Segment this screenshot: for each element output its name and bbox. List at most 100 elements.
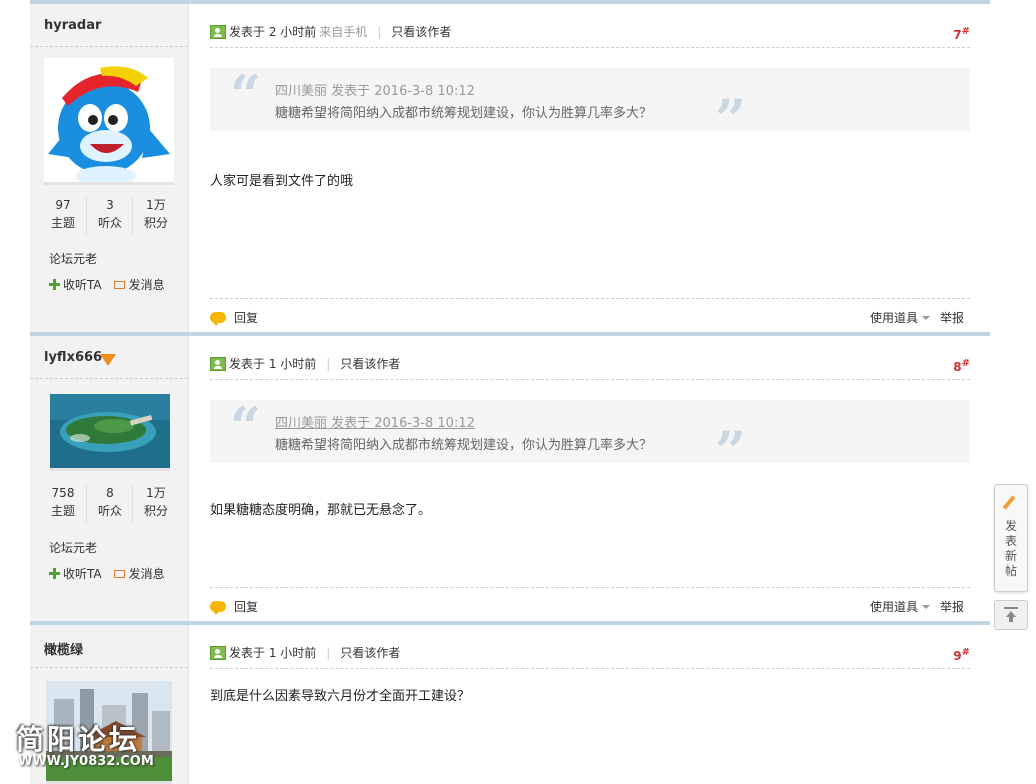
online-user-icon [210, 25, 226, 39]
thread: hyradar 97 主题 3 听众 1万 积分 论坛元老 收听TA 发消息 发… [30, 0, 990, 784]
floor-number[interactable]: 9# [953, 643, 970, 666]
back-to-top-button[interactable] [994, 600, 1028, 630]
floating-toolbar: 发表新帖 [994, 484, 1028, 630]
author-name-link[interactable]: hyradar [44, 18, 101, 33]
floor-number[interactable]: 7# [953, 22, 970, 45]
report-link[interactable]: 举报 [940, 600, 964, 614]
send-message-link[interactable]: 发消息 [129, 278, 165, 292]
avatar[interactable] [44, 58, 174, 185]
post-message: 如果糖糖态度明确，那就已无悬念了。 [210, 503, 432, 518]
only-author-link[interactable]: 只看该作者 [340, 646, 400, 660]
post-tools: 使用道具 举报 [870, 597, 964, 617]
dolphin-avatar-icon [44, 58, 174, 182]
post-time: 发表于 1 小时前 [229, 357, 317, 371]
author-name-link[interactable]: 橄榄绿 [44, 639, 83, 658]
divider [210, 47, 970, 48]
floor-mark: # [961, 647, 970, 658]
stat-points[interactable]: 1万 积分 [132, 484, 179, 524]
new-post-button[interactable]: 发表新帖 [994, 484, 1028, 592]
mail-icon [113, 281, 125, 289]
user-actions: 收听TA 发消息 [49, 565, 165, 582]
floor-mark: # [961, 26, 970, 37]
mail-icon [113, 570, 125, 578]
reply-bubble-icon [210, 312, 226, 326]
post-message: 到底是什么因素导致六月份才全面开工建设？ [210, 689, 471, 704]
online-user-icon [210, 646, 226, 660]
reply-link[interactable]: 回复 [234, 600, 258, 614]
post-time: 发表于 2 小时前 [229, 25, 317, 39]
new-post-label: 发表新帖 [1004, 519, 1017, 578]
pencil-icon [1002, 495, 1016, 510]
quote-block: “ 四川美丽 发表于 2016-3-8 10:12 糖糖希望将简阳纳入成都市统筹… [210, 395, 970, 478]
divider [30, 378, 188, 379]
quote-close-icon: ” [715, 87, 747, 151]
only-author-link[interactable]: 只看该作者 [391, 25, 451, 39]
stat-label: 积分 [143, 216, 168, 230]
post-meta: 发表于 2 小时前 来自手机 | 只看该作者 7# [210, 22, 970, 42]
divider [30, 667, 188, 668]
report-link[interactable]: 举报 [940, 311, 964, 325]
stat-label: 听众 [97, 216, 122, 230]
post-7: hyradar 97 主题 3 听众 1万 积分 论坛元老 收听TA 发消息 发… [30, 0, 990, 336]
reply-bubble-icon [210, 601, 226, 615]
watermark-name: 简阳论坛 [16, 723, 141, 756]
plus-icon [49, 568, 60, 579]
user-stats: 758 主题 8 听众 1万 积分 [40, 484, 178, 524]
watermark-url: WWW.JY0832.COM [18, 754, 154, 769]
stat-threads[interactable]: 97 主题 [40, 196, 86, 236]
send-message-link[interactable]: 发消息 [129, 567, 165, 581]
use-tools-menu[interactable]: 使用道具 [870, 311, 918, 325]
stat-value: 97 [55, 198, 71, 212]
divider [30, 46, 188, 47]
stat-threads[interactable]: 758 主题 [40, 484, 86, 524]
stat-value: 1万 [146, 486, 166, 500]
divider: | [326, 646, 331, 660]
online-user-icon [210, 357, 226, 371]
stat-followers[interactable]: 8 听众 [86, 484, 133, 524]
post-footer: 回复 使用道具 举报 [210, 597, 970, 617]
user-rank[interactable]: 论坛元老 [49, 250, 97, 267]
divider: | [326, 357, 331, 371]
author-sidebar: lyflx666 758 主题 8 听众 1万 积分 论坛元老 收听TA 发消息 [30, 336, 189, 625]
island-avatar-icon [50, 394, 170, 468]
stat-label: 主题 [50, 504, 75, 518]
user-stats: 97 主题 3 听众 1万 积分 [40, 196, 178, 236]
site-watermark: 简阳论坛 WWW.JY0832.COM [14, 718, 214, 778]
user-rank[interactable]: 论坛元老 [49, 539, 97, 556]
post-meta: 发表于 1 小时前 | 只看该作者 9# [210, 643, 970, 663]
quote-close-icon: ” [715, 419, 747, 483]
quote-text: 糖糖希望将简阳纳入成都市统筹规划建设，你认为胜算几率多大？ [275, 438, 653, 453]
avatar[interactable] [50, 394, 170, 471]
floor-value: 7 [953, 28, 962, 42]
follow-link[interactable]: 收听TA [63, 567, 102, 581]
author-sidebar: hyradar 97 主题 3 听众 1万 积分 论坛元老 收听TA 发消息 [30, 4, 189, 336]
quote-open-icon: “ [230, 395, 262, 459]
floor-number[interactable]: 8# [953, 354, 970, 377]
divider [210, 668, 970, 669]
quote-author-link[interactable]: 四川美丽 发表于 2016-3-8 10:12 [275, 412, 475, 431]
post-8: lyflx666 758 主题 8 听众 1万 积分 论坛元老 收听TA 发消息… [30, 332, 990, 625]
use-tools-menu[interactable]: 使用道具 [870, 600, 918, 614]
back-to-top-icon-stem [1009, 617, 1013, 622]
divider [210, 379, 970, 380]
quote-block: “ 四川美丽 发表于 2016-3-8 10:12 糖糖希望将简阳纳入成都市统筹… [210, 68, 970, 146]
stat-value: 8 [106, 486, 114, 500]
stat-followers[interactable]: 3 听众 [86, 196, 133, 236]
post-time: 发表于 1 小时前 [229, 646, 317, 660]
reply-link[interactable]: 回复 [234, 311, 258, 325]
divider: | [377, 25, 382, 39]
stat-value: 758 [51, 486, 75, 500]
stat-value: 3 [106, 198, 114, 212]
quote-text: 糖糖希望将简阳纳入成都市统筹规划建设，你认为胜算几率多大？ [275, 106, 653, 121]
divider [210, 587, 970, 588]
stat-points[interactable]: 1万 积分 [132, 196, 179, 236]
floor-value: 8 [953, 360, 962, 374]
vip-badge-icon[interactable] [100, 354, 116, 366]
quote-author: 四川美丽 发表于 2016-3-8 10:12 [275, 84, 475, 99]
stat-label: 听众 [97, 504, 122, 518]
floor-mark: # [961, 358, 970, 369]
author-name-link[interactable]: lyflx666 [44, 350, 102, 365]
follow-link[interactable]: 收听TA [63, 278, 102, 292]
chevron-down-icon [921, 604, 930, 609]
only-author-link[interactable]: 只看该作者 [340, 357, 400, 371]
